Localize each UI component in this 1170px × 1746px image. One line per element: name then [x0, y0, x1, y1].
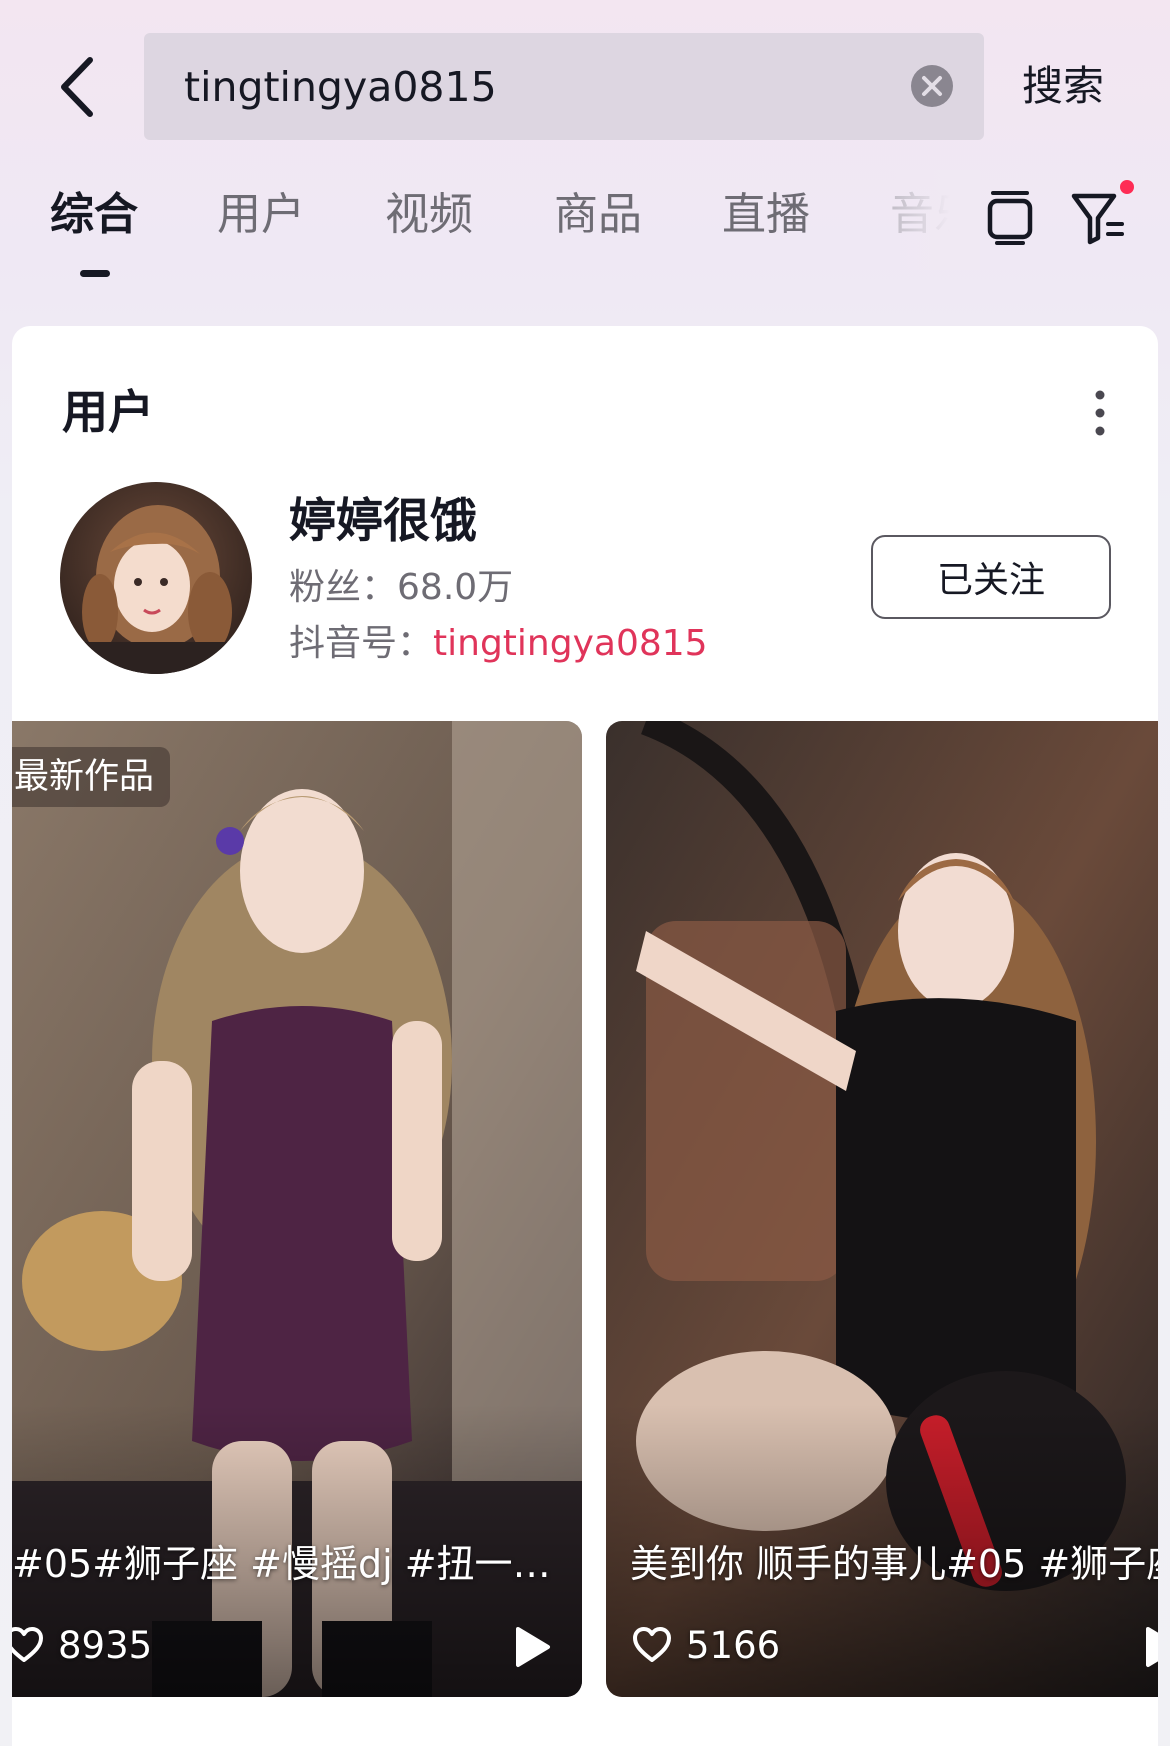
active-tab-indicator: [80, 270, 110, 277]
search-header: 搜索: [0, 0, 1170, 160]
following-button[interactable]: 已关注: [871, 535, 1111, 619]
video-likes-1: 8935: [12, 1617, 152, 1673]
clear-search-button[interactable]: [910, 64, 954, 108]
clear-circle-icon: [911, 65, 953, 107]
user-result-card: 用户 婷婷很饿 粉丝：68.0万 抖音号：tingtingya0815 已关注 …: [12, 326, 1158, 1746]
tab-users[interactable]: 用户: [217, 185, 305, 245]
user-avatar[interactable]: [60, 482, 252, 674]
chevron-left-icon: [61, 57, 93, 117]
tab-live[interactable]: 直播: [722, 185, 810, 245]
heart-icon: [633, 1627, 671, 1662]
back-button[interactable]: [50, 52, 110, 122]
panel-icon: [987, 191, 1033, 245]
tab-panel-button[interactable]: [985, 188, 1035, 246]
search-input[interactable]: [184, 33, 884, 140]
latest-work-badge: 最新作品: [12, 747, 171, 807]
filter-notification-dot: [1118, 178, 1136, 196]
avatar-image: [60, 482, 252, 674]
douyin-id-label: 抖音号：: [289, 623, 434, 664]
play-icon: [516, 1627, 550, 1667]
douyin-id-value: tingtingya0815: [433, 623, 708, 664]
user-douyin-id: 抖音号：tingtingya0815: [289, 618, 708, 670]
more-options-button[interactable]: [1088, 388, 1112, 438]
search-box[interactable]: [144, 33, 984, 140]
user-fans: 粉丝：68.0万: [289, 562, 513, 614]
section-title: 用户: [62, 385, 154, 439]
tab-videos[interactable]: 视频: [385, 185, 473, 245]
likes-count-2: 5166: [686, 1623, 781, 1667]
tab-products[interactable]: 商品: [554, 185, 642, 245]
fans-label: 粉丝：: [289, 567, 398, 608]
video-card-2[interactable]: 美到你 顺手的事儿#05 #狮子座 5166: [606, 721, 1158, 1697]
heart-icon: [12, 1627, 43, 1662]
play-icon: [1146, 1627, 1158, 1667]
filter-icon: [1071, 193, 1124, 245]
tabs-fade-overlay: [880, 170, 980, 270]
video-caption-1: #05#狮子座 #慢摇dj #扭一扭...: [12, 1542, 560, 1586]
likes-count-1: 8935: [58, 1623, 153, 1667]
user-name[interactable]: 婷婷很饿: [289, 492, 477, 552]
search-submit-button[interactable]: 搜索: [1022, 56, 1104, 116]
video-caption-2: 美到你 顺手的事儿#05 #狮子座: [630, 1542, 1158, 1586]
video-card-1[interactable]: 最新作品 #05#狮子座 #慢摇dj #扭一扭... 8935: [12, 721, 582, 1697]
fans-count: 68.0万: [397, 567, 514, 608]
tab-comprehensive[interactable]: 综合: [50, 185, 138, 245]
filter-button[interactable]: [1070, 188, 1126, 246]
video-likes-2: 5166: [632, 1617, 780, 1673]
more-vertical-icon: [1095, 390, 1105, 436]
